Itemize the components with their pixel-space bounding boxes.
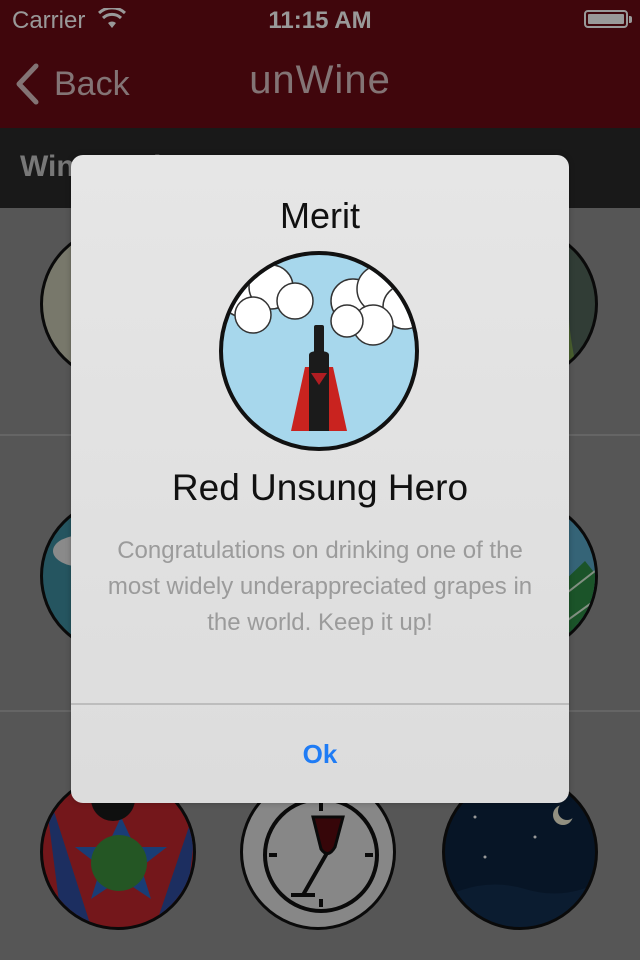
ok-button[interactable]: Ok [71, 705, 569, 803]
wine-bottle-icon [291, 325, 347, 431]
merit-badge-image [219, 251, 419, 451]
cloud-icon [330, 264, 415, 346]
merit-description: Congratulations on drinking one of the m… [107, 537, 533, 636]
alert-title: Merit [280, 195, 360, 236]
merit-name: Red Unsung Hero [171, 467, 469, 508]
merit-alert-dialog: Merit Red Unsung Hero Congratulations on… [71, 155, 569, 803]
cloud-icon [223, 264, 314, 334]
